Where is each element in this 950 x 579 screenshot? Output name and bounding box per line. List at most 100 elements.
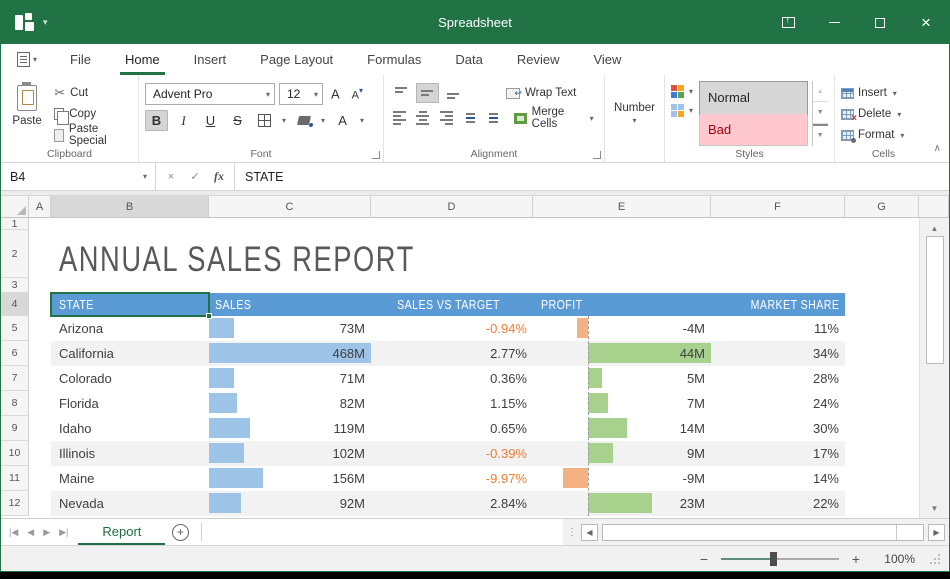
ribbon-tab-home[interactable]: Home	[108, 44, 177, 75]
row-header-9[interactable]: 9	[1, 416, 29, 441]
paste-special-button[interactable]: Paste Special	[51, 126, 132, 144]
row-header-4[interactable]: 4	[1, 293, 29, 316]
formula-input[interactable]: STATE	[235, 163, 283, 190]
cell-profit[interactable]: 5M	[533, 366, 711, 391]
copy-button[interactable]: Copy	[51, 105, 132, 123]
underline-button[interactable]: U	[199, 110, 222, 131]
nav-prev-sheet[interactable]: ◀	[27, 527, 34, 538]
zoom-in-button[interactable]: +	[849, 551, 863, 567]
font-size-select[interactable]: 12▾	[279, 83, 323, 105]
cell-state[interactable]: Illinois	[51, 441, 209, 466]
shrink-font-button[interactable]: A▾	[348, 86, 367, 101]
cell-sales-vs-target[interactable]: 0.36%	[371, 366, 533, 391]
cell-sales-vs-target[interactable]: 0.65%	[371, 416, 533, 441]
cell-profit[interactable]: 23M	[533, 491, 711, 516]
borders-button[interactable]	[253, 110, 276, 131]
nav-first-sheet[interactable]: |◀	[9, 527, 18, 538]
ribbon-tab-review[interactable]: Review	[500, 44, 577, 75]
add-sheet-button[interactable]: +	[165, 519, 195, 545]
table-header-sales[interactable]: SALES	[209, 293, 371, 316]
column-header-F[interactable]: F	[711, 196, 845, 218]
row-header-10[interactable]: 10	[1, 441, 29, 466]
row-header-12[interactable]: 12	[1, 491, 29, 516]
sheet-tab-report[interactable]: Report	[78, 519, 165, 545]
align-center-button[interactable]	[413, 108, 433, 128]
minimize-button[interactable]	[811, 1, 857, 44]
row-header-8[interactable]: 8	[1, 391, 29, 416]
table-header-state[interactable]: STATE	[51, 293, 209, 316]
ribbon-tab-file[interactable]: File	[53, 44, 108, 75]
ribbon-tab-data[interactable]: Data	[438, 44, 499, 75]
scroll-down-icon[interactable]: ▼	[920, 500, 949, 516]
increase-indent-button[interactable]	[481, 108, 501, 128]
app-icon[interactable]	[15, 13, 35, 33]
table-header-sales-vs-target[interactable]: SALES VS TARGET	[371, 293, 533, 316]
cell-market-share[interactable]: 24%	[711, 391, 845, 416]
alignment-dialog-launcher[interactable]	[593, 151, 601, 159]
column-header-E[interactable]: E	[533, 196, 711, 218]
cell-market-share[interactable]: 34%	[711, 341, 845, 366]
cell-state[interactable]: California	[51, 341, 209, 366]
format-cells-button[interactable]: Format▾	[841, 126, 906, 144]
table-header-profit[interactable]: PROFIT	[533, 293, 711, 316]
table-header-market-share[interactable]: MARKET SHARE	[711, 293, 845, 316]
format-as-table-button[interactable]: ▾	[671, 104, 695, 117]
font-name-select[interactable]: Advent Pro▾	[145, 83, 275, 105]
scroll-right-icon[interactable]: ▶	[928, 524, 945, 541]
cell-profit[interactable]: 9M	[533, 441, 711, 466]
cell-profit[interactable]: -4M	[533, 316, 711, 341]
cell-market-share[interactable]: 11%	[711, 316, 845, 341]
column-header-B[interactable]: B	[51, 196, 209, 218]
cell-sales-vs-target[interactable]: 2.77%	[371, 341, 533, 366]
grow-font-button[interactable]: A	[327, 86, 344, 101]
cell-sales[interactable]: 102M	[209, 441, 371, 466]
zoom-out-button[interactable]: −	[697, 551, 711, 567]
cut-button[interactable]: ✂Cut	[51, 84, 132, 102]
collapse-ribbon-button[interactable]: ∧	[934, 143, 941, 154]
italic-button[interactable]: I	[172, 110, 195, 131]
row-header-6[interactable]: 6	[1, 341, 29, 366]
cell-market-share[interactable]: 28%	[711, 366, 845, 391]
cell-state[interactable]: Florida	[51, 391, 209, 416]
cell-sales[interactable]: 71M	[209, 366, 371, 391]
align-bottom-button[interactable]	[442, 83, 465, 103]
fullscreen-button[interactable]	[765, 1, 811, 44]
cell-market-share[interactable]: 22%	[711, 491, 845, 516]
zoom-slider-thumb[interactable]	[770, 552, 777, 566]
cancel-entry-button[interactable]: ×	[160, 171, 182, 183]
cell-profit[interactable]: -9M	[533, 466, 711, 491]
cell-profit[interactable]: 14M	[533, 416, 711, 441]
cell-profit[interactable]: 7M	[533, 391, 711, 416]
name-box[interactable]: B4 ▾	[1, 163, 156, 190]
scroll-up-icon[interactable]: ▲	[920, 220, 949, 236]
row-header-1[interactable]: 1	[1, 218, 29, 230]
zoom-slider[interactable]	[721, 552, 839, 566]
delete-cells-button[interactable]: Delete▾	[841, 105, 906, 123]
borders-caret-icon[interactable]: ▾	[280, 116, 288, 125]
cell-sales[interactable]: 82M	[209, 391, 371, 416]
cell-sales[interactable]: 468M	[209, 341, 371, 366]
bold-button[interactable]: B	[145, 110, 168, 131]
cell-state[interactable]: Nevada	[51, 491, 209, 516]
ribbon-tab-formulas[interactable]: Formulas	[350, 44, 438, 75]
cell-market-share[interactable]: 30%	[711, 416, 845, 441]
cell-market-share[interactable]: 14%	[711, 466, 845, 491]
gallery-more-button[interactable]: ▼	[813, 124, 828, 146]
splitter-handle-icon[interactable]: ⋮	[567, 527, 577, 538]
conditional-formatting-button[interactable]: ▾	[671, 85, 695, 98]
scroll-left-icon[interactable]: ◀	[581, 524, 598, 541]
row-header-3[interactable]: 3	[1, 278, 29, 293]
insert-function-button[interactable]: fx	[208, 169, 230, 184]
gallery-down-button[interactable]: ▼	[813, 102, 828, 123]
fill-caret-icon[interactable]: ▾	[319, 116, 327, 125]
font-color-button[interactable]: A	[331, 110, 354, 131]
nav-last-sheet[interactable]: ▶|	[59, 527, 68, 538]
sheet-area[interactable]: ANNUAL SALES REPORT STATESALESSALES VS T…	[29, 218, 919, 518]
align-left-button[interactable]	[390, 108, 410, 128]
column-header-D[interactable]: D	[371, 196, 533, 218]
column-header-G[interactable]: G	[845, 196, 919, 218]
strikethrough-button[interactable]: S	[226, 110, 249, 131]
resize-grip[interactable]	[929, 553, 941, 565]
decrease-indent-button[interactable]	[459, 108, 479, 128]
report-title-cell[interactable]: ANNUAL SALES REPORT	[59, 240, 415, 280]
